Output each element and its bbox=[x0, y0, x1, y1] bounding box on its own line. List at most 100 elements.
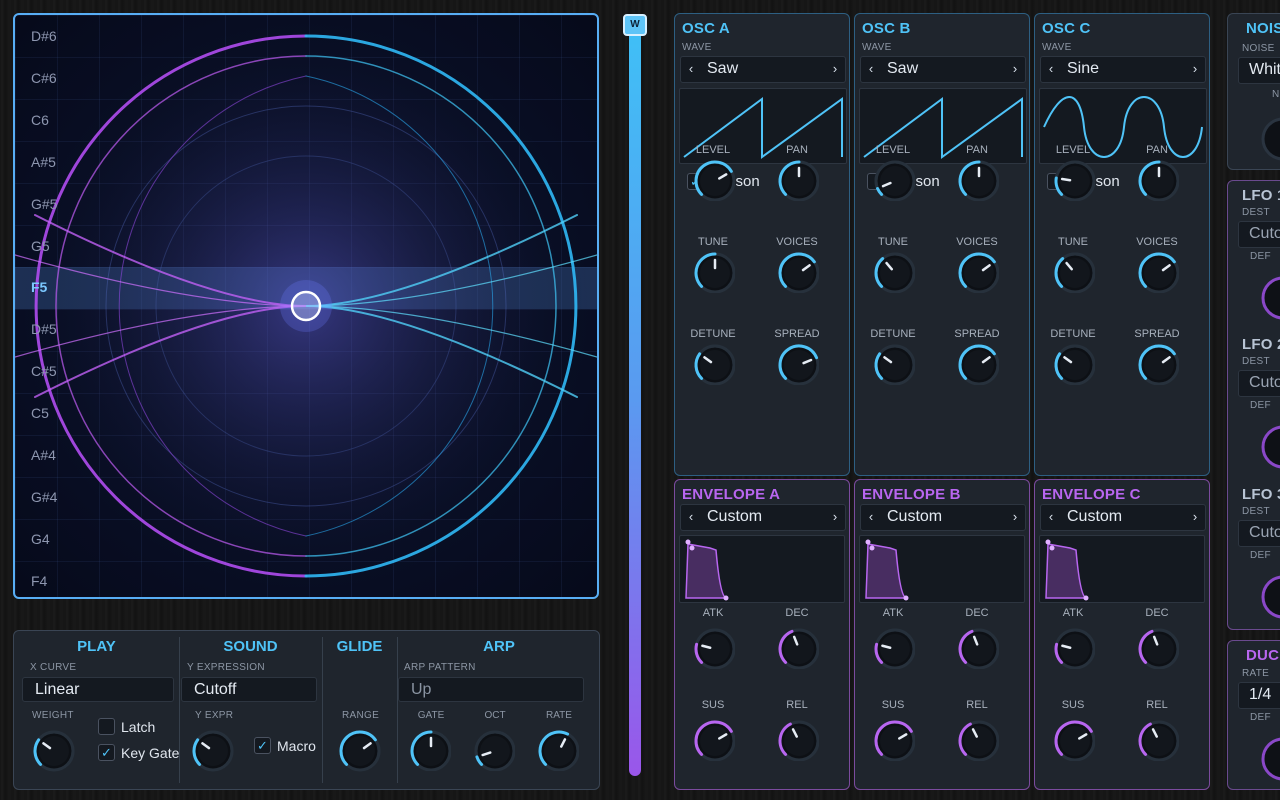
note-label-f5: F5 bbox=[31, 279, 48, 296]
sus-knob[interactable] bbox=[691, 717, 735, 761]
key-gate-checkbox[interactable]: ✓ bbox=[98, 744, 115, 761]
y-expr-knob[interactable] bbox=[189, 727, 237, 775]
wave-select[interactable]: ‹ Saw › bbox=[860, 56, 1026, 83]
envelope-preset-select[interactable]: ‹ Custom › bbox=[680, 504, 846, 531]
x-curve-label: X CURVE bbox=[30, 662, 77, 673]
lfo2-knob[interactable] bbox=[1258, 422, 1280, 472]
level-knob[interactable] bbox=[1051, 157, 1095, 201]
range-label: RANGE bbox=[342, 710, 380, 721]
spread-knob[interactable] bbox=[1135, 341, 1179, 385]
pan-knob[interactable] bbox=[955, 157, 999, 201]
dec-knob[interactable] bbox=[1135, 625, 1179, 669]
lfo3-dest-select[interactable]: Cuto bbox=[1238, 520, 1280, 547]
prev-wave-icon[interactable]: ‹ bbox=[1045, 61, 1057, 76]
xy-pad[interactable]: D#6 C#6 C6 A#5 G#5 G5 F5 D#5 C#5 C5 A#4 G#4 G4 F4 bbox=[13, 13, 599, 599]
w-slider-thumb[interactable]: W bbox=[623, 14, 647, 36]
envelope-preset-value: Custom bbox=[887, 508, 943, 525]
lfo3-knob[interactable] bbox=[1258, 572, 1280, 622]
x-curve-select[interactable]: Linear bbox=[22, 677, 174, 702]
rel-knob[interactable] bbox=[1135, 717, 1179, 761]
detune-knob[interactable] bbox=[871, 341, 915, 385]
level-knob[interactable] bbox=[691, 157, 735, 201]
arp-gate-knob[interactable] bbox=[407, 727, 451, 771]
prev-wave-icon[interactable]: ‹ bbox=[865, 61, 877, 76]
weight-knob[interactable] bbox=[30, 727, 78, 775]
envelope-display[interactable] bbox=[859, 535, 1025, 603]
note-label-c5: C5 bbox=[31, 405, 49, 422]
knob-label-level: LEVEL bbox=[1055, 144, 1091, 156]
arp-oct-knob[interactable] bbox=[471, 727, 515, 771]
arp-pattern-select[interactable]: Up bbox=[398, 677, 584, 702]
env-point bbox=[1083, 595, 1089, 601]
noise-type-select[interactable]: Whit bbox=[1238, 57, 1280, 84]
knob-label-dec: DEC bbox=[1145, 607, 1169, 619]
rel-knob[interactable] bbox=[955, 717, 999, 761]
latch-checkbox[interactable] bbox=[98, 718, 115, 735]
duck-knob[interactable] bbox=[1258, 734, 1280, 784]
pan-knob[interactable] bbox=[775, 157, 819, 201]
sus-knob[interactable] bbox=[1051, 717, 1095, 761]
y-expression-select[interactable]: Cutoff bbox=[181, 677, 317, 702]
lfo3-title: LFO 3 bbox=[1242, 486, 1280, 503]
envelope-preset-select[interactable]: ‹ Custom › bbox=[1040, 504, 1206, 531]
envelope-display[interactable] bbox=[1039, 535, 1205, 603]
next-wave-icon[interactable]: › bbox=[1189, 61, 1201, 76]
voices-knob[interactable] bbox=[775, 249, 819, 293]
sus-knob[interactable] bbox=[871, 717, 915, 761]
lfo1-knob[interactable] bbox=[1258, 273, 1280, 323]
envelope-preset-select[interactable]: ‹ Custom › bbox=[860, 504, 1026, 531]
tune-knob[interactable] bbox=[691, 249, 735, 293]
dec-knob[interactable] bbox=[955, 625, 999, 669]
arp-rate-knob[interactable] bbox=[535, 727, 579, 771]
detune-knob[interactable] bbox=[1051, 341, 1095, 385]
prev-preset-icon[interactable]: ‹ bbox=[1045, 509, 1057, 524]
detune-knob[interactable] bbox=[691, 341, 735, 385]
next-preset-icon[interactable]: › bbox=[829, 509, 841, 524]
voices-knob[interactable] bbox=[1135, 249, 1179, 293]
atk-knob[interactable] bbox=[871, 625, 915, 669]
weight-label: WEIGHT bbox=[32, 710, 74, 721]
knob-label-voices: VOICES bbox=[1136, 236, 1178, 248]
prev-preset-icon[interactable]: ‹ bbox=[865, 509, 877, 524]
wave-value: Saw bbox=[887, 60, 919, 77]
atk-knob[interactable] bbox=[691, 625, 735, 669]
tune-knob[interactable] bbox=[871, 249, 915, 293]
level-knob[interactable] bbox=[871, 157, 915, 201]
lfo1-dest-select[interactable]: Cuto bbox=[1238, 221, 1280, 248]
knob-label-pan: PAN bbox=[786, 144, 808, 156]
rel-knob[interactable] bbox=[775, 717, 819, 761]
macro-checkbox[interactable]: ✓ bbox=[254, 737, 271, 754]
next-preset-icon[interactable]: › bbox=[1189, 509, 1201, 524]
atk-knob[interactable] bbox=[1051, 625, 1095, 669]
envelope-panel-0: ENVELOPE A ‹ Custom › ATK DEC SUS REL bbox=[674, 479, 850, 790]
next-wave-icon[interactable]: › bbox=[1009, 61, 1021, 76]
noise-type-value: Whit bbox=[1249, 61, 1280, 78]
envelope-display[interactable] bbox=[679, 535, 845, 603]
tune-knob[interactable] bbox=[1051, 249, 1095, 293]
knob-label-level: LEVEL bbox=[875, 144, 911, 156]
spread-knob[interactable] bbox=[775, 341, 819, 385]
spread-knob[interactable] bbox=[955, 341, 999, 385]
arp-gate-label: GATE bbox=[417, 710, 445, 721]
duck-rate-select[interactable]: 1/4 bbox=[1238, 682, 1280, 709]
next-preset-icon[interactable]: › bbox=[1009, 509, 1021, 524]
prev-wave-icon[interactable]: ‹ bbox=[685, 61, 697, 76]
prev-preset-icon[interactable]: ‹ bbox=[685, 509, 697, 524]
dec-knob[interactable] bbox=[775, 625, 819, 669]
note-label-gsharp4: G#4 bbox=[31, 488, 58, 505]
arp-title: ARP bbox=[483, 638, 515, 655]
pan-knob[interactable] bbox=[1135, 157, 1179, 201]
glide-range-knob[interactable] bbox=[336, 727, 384, 775]
voices-knob[interactable] bbox=[955, 249, 999, 293]
wave-select[interactable]: ‹ Saw › bbox=[680, 56, 846, 83]
noise-knob[interactable] bbox=[1258, 114, 1280, 164]
envelope-title: ENVELOPE B bbox=[862, 486, 961, 503]
w-slider-track[interactable] bbox=[629, 22, 641, 776]
duck-title: DUC bbox=[1246, 647, 1280, 664]
env-point bbox=[865, 539, 871, 545]
next-wave-icon[interactable]: › bbox=[829, 61, 841, 76]
lfo2-dest-select[interactable]: Cuto bbox=[1238, 370, 1280, 397]
lfo3-dest-label: DEST bbox=[1242, 506, 1270, 517]
wave-label: WAVE bbox=[1042, 42, 1072, 53]
wave-select[interactable]: ‹ Sine › bbox=[1040, 56, 1206, 83]
